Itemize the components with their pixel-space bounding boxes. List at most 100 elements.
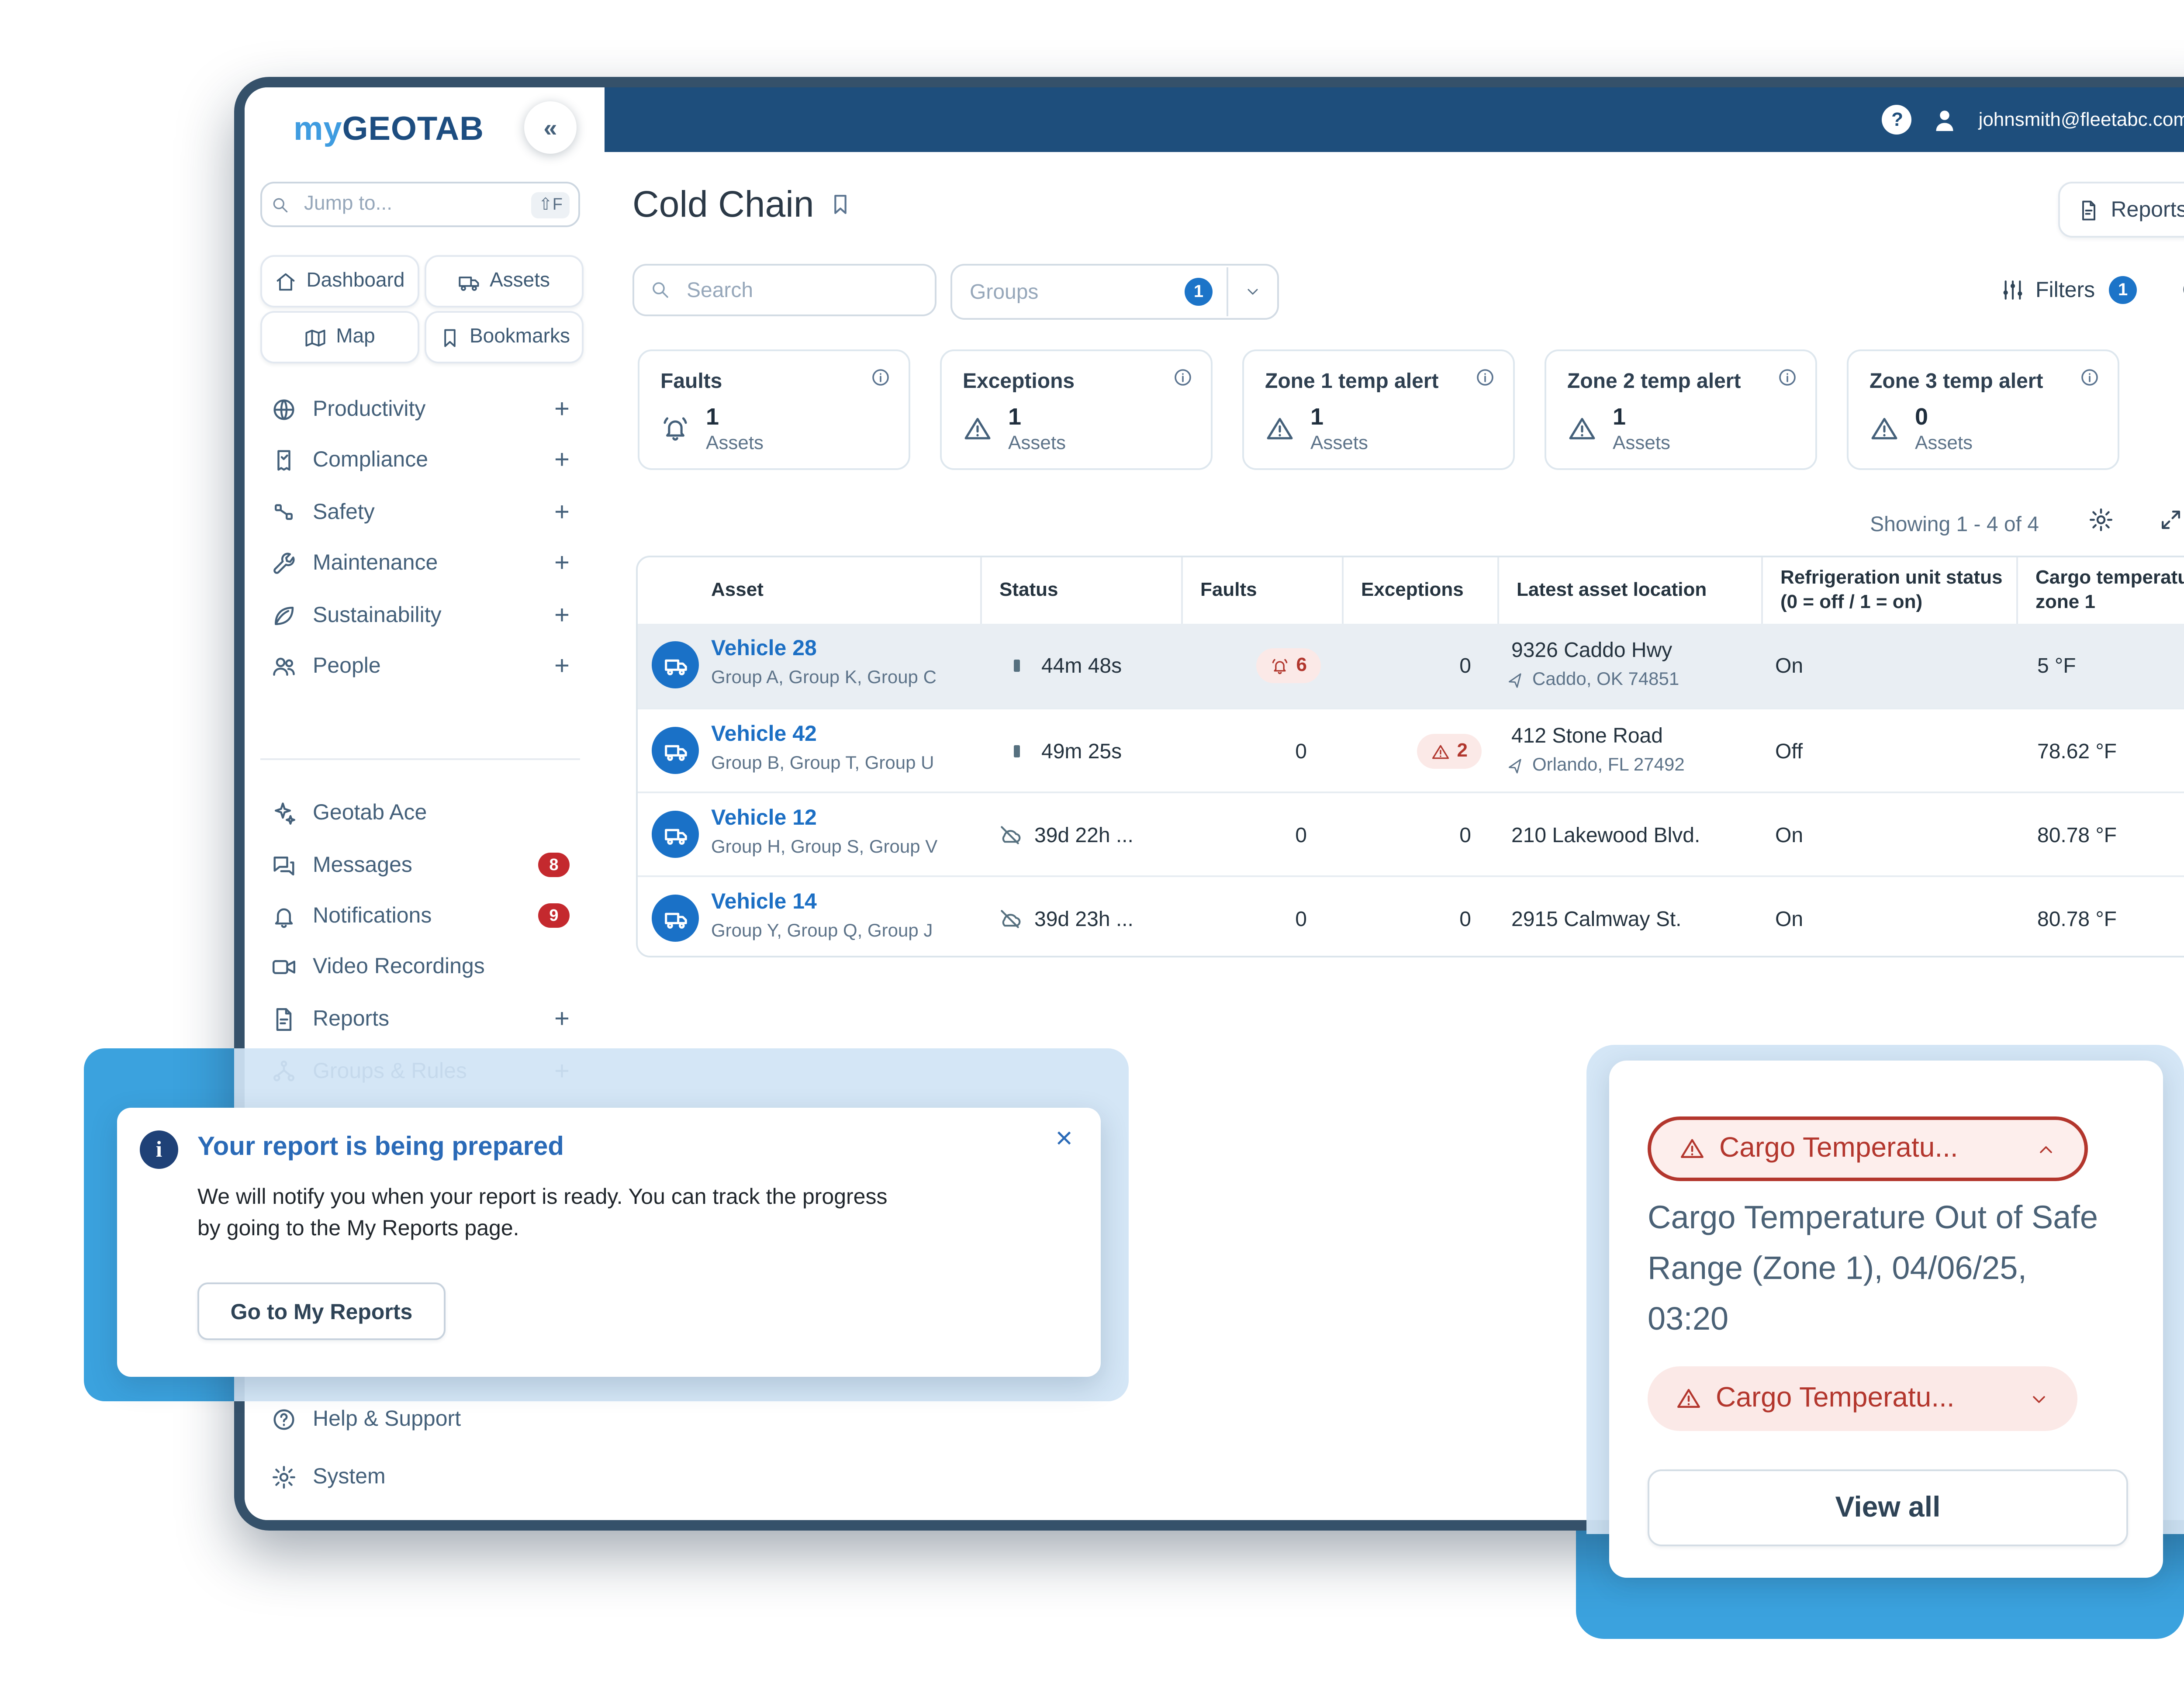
kpi-card-zone3-temp-alert[interactable]: Zone 3 temp alert 0 Assets: [1847, 349, 2119, 470]
map-icon: [304, 326, 327, 349]
exceptions-cell: 0: [1342, 793, 1471, 877]
jump-to-search[interactable]: ⇧F: [260, 182, 580, 227]
search-field[interactable]: [632, 264, 936, 316]
sidebar-item-help-support[interactable]: Help & Support: [260, 1394, 580, 1443]
sidebar-item-people[interactable]: People+: [260, 641, 580, 690]
refrigeration-status: Off: [1775, 709, 1803, 793]
quick-button-label: Bookmarks: [470, 327, 570, 348]
table-row-vehicle-28[interactable]: Vehicle 28 Group A, Group K, Group C 44m…: [638, 624, 2184, 708]
sidebar-item-geotab-ace[interactable]: Geotab Ace: [260, 788, 580, 837]
bookmark-page-icon[interactable]: [828, 192, 853, 217]
close-icon[interactable]: ×: [1055, 1122, 1073, 1157]
info-icon[interactable]: [870, 367, 891, 388]
column-header-refrigeration[interactable]: Refrigeration unit status (0 = off / 1 =…: [1761, 557, 2016, 624]
sidebar-item-assets[interactable]: Assets: [425, 255, 584, 308]
kpi-card-zone2-temp-alert[interactable]: Zone 2 temp alert 1 Assets: [1545, 349, 1817, 470]
vehicle-name-link[interactable]: Vehicle 42: [711, 722, 817, 746]
expand-plus-icon[interactable]: +: [554, 550, 570, 576]
expand-table-icon[interactable]: [2158, 507, 2184, 533]
cargo-alert-pill-expanded[interactable]: Cargo Temperatu...: [1648, 1116, 2088, 1181]
column-header-asset[interactable]: Asset: [638, 557, 980, 624]
bell-alert-icon: [1270, 656, 1289, 675]
user-icon[interactable]: [1930, 104, 1961, 135]
sidebar-item-safety[interactable]: Safety+: [260, 487, 580, 536]
vehicle-name-link[interactable]: Vehicle 12: [711, 805, 817, 830]
sidebar-item-reports[interactable]: Reports +: [260, 994, 580, 1043]
jump-to-input[interactable]: [301, 192, 521, 217]
faults-badge[interactable]: 6: [1256, 648, 1321, 683]
groups-dropdown[interactable]: Groups 1: [950, 264, 1279, 320]
kpi-card-faults[interactable]: Faults 1 Assets: [638, 349, 910, 470]
view-all-button[interactable]: View all: [1648, 1469, 2128, 1546]
exceptions-badge[interactable]: 2: [1417, 734, 1482, 769]
filters-label[interactable]: Filters: [2035, 278, 2095, 302]
vehicle-groups: Group A, Group K, Group C: [711, 667, 936, 688]
vehicle-name-link[interactable]: Vehicle 28: [711, 636, 817, 660]
sidebar-item-messages[interactable]: Messages 8: [260, 840, 580, 889]
alert-pill-label: Cargo Temperatu...: [1719, 1133, 1958, 1165]
expand-plus-icon[interactable]: +: [554, 1006, 570, 1032]
info-icon[interactable]: [2079, 367, 2100, 388]
reports-button[interactable]: Reports: [2058, 182, 2184, 238]
account-email[interactable]: johnsmith@fleetabc.com: [1979, 109, 2184, 130]
table-row-vehicle-42[interactable]: Vehicle 42 Group B, Group T, Group U 49m…: [638, 708, 2184, 793]
exceptions-cell: 2: [1342, 709, 1482, 793]
column-header-location[interactable]: Latest asset location: [1497, 557, 1761, 624]
alert-message: Cargo Temperature Out of Safe Range (Zon…: [1648, 1193, 2116, 1344]
sidebar-item-map[interactable]: Map: [260, 311, 419, 363]
sidebar-item-system[interactable]: System: [260, 1452, 580, 1501]
info-icon[interactable]: [1777, 367, 1798, 388]
expand-plus-icon[interactable]: +: [554, 446, 570, 473]
go-to-my-reports-button[interactable]: Go to My Reports: [197, 1282, 446, 1340]
cargo-alert-panel: Cargo Temperatu... Cargo Temperature Out…: [1609, 1061, 2163, 1578]
vehicle-name-link[interactable]: Vehicle 14: [711, 889, 817, 914]
sidebar-item-productivity[interactable]: Productivity+: [260, 384, 580, 433]
sidebar-item-notifications[interactable]: Notifications 9: [260, 891, 580, 940]
top-navbar: ? johnsmith@fleetabc.com: [605, 87, 2184, 152]
quick-button-label: Map: [336, 327, 375, 348]
info-icon[interactable]: [1475, 367, 1496, 388]
status-duration: 44m 48s: [1041, 653, 1122, 678]
kpi-value: 1: [1613, 404, 1626, 430]
column-header-cargo-temp[interactable]: Cargo temperature zone 1: [2016, 557, 2184, 624]
sidebar-item-dashboard[interactable]: Dashboard: [260, 255, 419, 308]
expand-plus-icon[interactable]: +: [554, 602, 570, 628]
info-icon[interactable]: [1172, 367, 1193, 388]
cargo-temperature: 5 °F: [2037, 624, 2076, 708]
nav-label: Reports: [313, 1006, 389, 1031]
sidebar-collapse-button[interactable]: «: [524, 101, 577, 154]
kpi-card-exceptions[interactable]: Exceptions 1 Assets: [940, 349, 1213, 470]
filters-bar: Filters 1 Clear: [2001, 264, 2184, 316]
column-header-faults[interactable]: Faults: [1181, 557, 1342, 624]
toast-body-line1: We will notify you when your report is r…: [197, 1185, 888, 1209]
table-row-vehicle-14[interactable]: Vehicle 14 Group Y, Group Q, Group J 39d…: [638, 875, 2184, 957]
search-input[interactable]: [683, 276, 919, 304]
help-icon[interactable]: ?: [1883, 105, 1912, 135]
column-header-status[interactable]: Status: [980, 557, 1181, 624]
kpi-card-zone1-temp-alert[interactable]: Zone 1 temp alert 1 Assets: [1242, 349, 1515, 470]
cargo-alert-pill-collapsed[interactable]: Cargo Temperatu...: [1648, 1366, 2077, 1431]
column-header-exceptions[interactable]: Exceptions: [1342, 557, 1497, 624]
exceptions-cell: 0: [1342, 624, 1471, 708]
expand-plus-icon[interactable]: +: [554, 396, 570, 422]
faults-count: 0: [1295, 907, 1307, 931]
table-row-vehicle-12[interactable]: Vehicle 12 Group H, Group S, Group V 39d…: [638, 791, 2184, 877]
expand-plus-icon[interactable]: +: [554, 499, 570, 525]
sidebar-item-maintenance[interactable]: Maintenance+: [260, 538, 580, 587]
globe-icon: [271, 396, 297, 422]
expand-plus-icon[interactable]: +: [554, 653, 570, 679]
groups-count-badge: 1: [1185, 278, 1213, 306]
cargo-temperature: 80.78 °F: [2037, 877, 2117, 957]
sidebar-item-bookmarks[interactable]: Bookmarks: [425, 311, 584, 363]
chevron-up-icon: [2035, 1138, 2056, 1159]
collapse-icon: «: [543, 114, 557, 142]
sidebar-item-sustainability[interactable]: Sustainability+: [260, 591, 580, 639]
help-circle-icon: [271, 1406, 297, 1432]
clear-filters-button[interactable]: Clear: [2182, 278, 2184, 302]
filters-sliders-icon[interactable]: [2001, 278, 2025, 302]
refrigeration-status: On: [1775, 793, 1803, 877]
sidebar-item-video-recordings[interactable]: Video Recordings: [260, 942, 580, 991]
chevron-down-icon[interactable]: [1244, 283, 1261, 301]
sidebar-item-compliance[interactable]: Compliance+: [260, 435, 580, 484]
table-settings-gear-icon[interactable]: [2088, 507, 2114, 533]
